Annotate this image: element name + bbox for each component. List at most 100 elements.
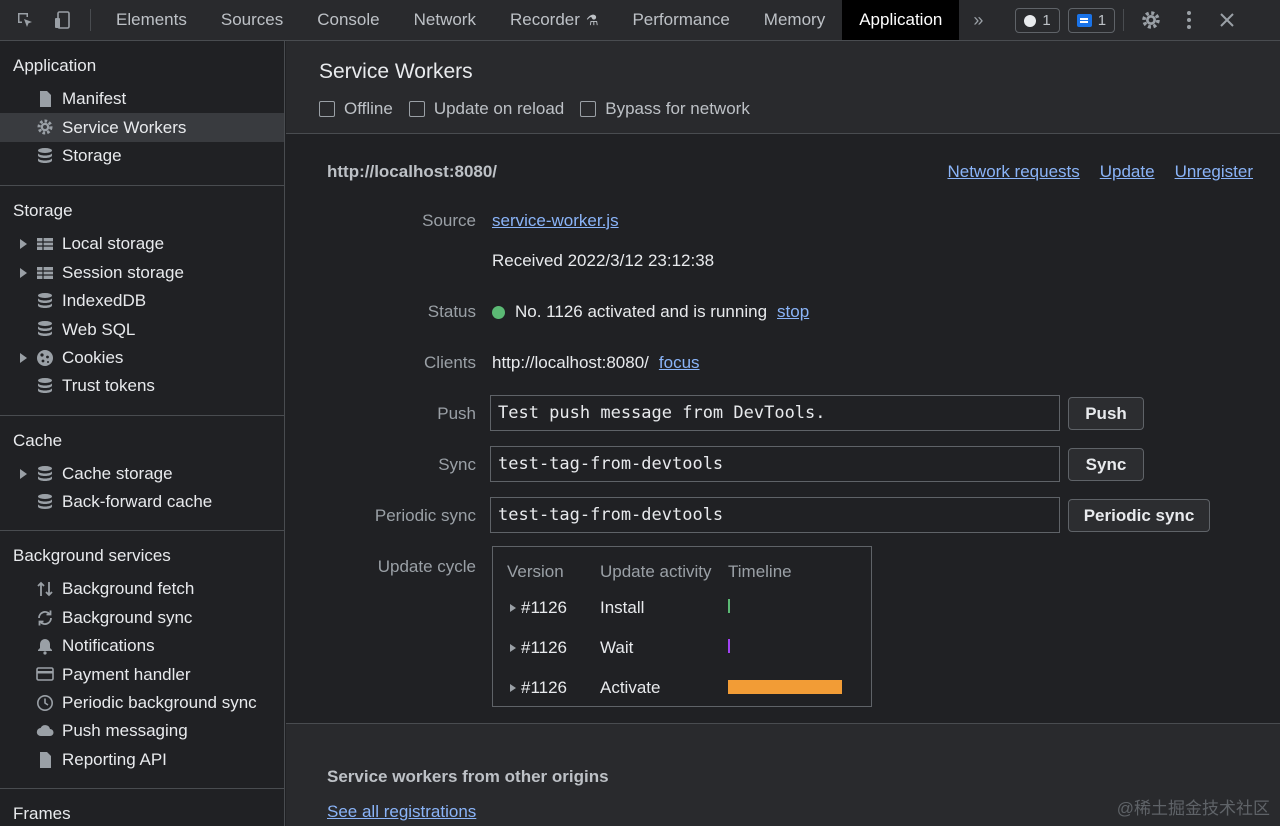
- tab-network[interactable]: Network: [397, 0, 493, 40]
- sync-button[interactable]: Sync: [1068, 448, 1144, 481]
- column-header-activity: Update activity: [600, 562, 712, 581]
- offline-checkbox[interactable]: Offline: [319, 99, 393, 119]
- sidebar-item-manifest[interactable]: Manifest: [0, 85, 284, 113]
- source-label: Source: [422, 211, 476, 230]
- sidebar-section-title: Cache: [13, 430, 63, 450]
- tab-recorder-label: Recorder: [509, 10, 580, 29]
- sidebar-item-session-storage[interactable]: Session storage: [0, 259, 284, 287]
- document-icon: [36, 90, 54, 108]
- status-value: No. 1126 activated and is running stop: [492, 302, 809, 322]
- sidebar-item-label: Web SQL: [62, 319, 136, 339]
- sidebar-item-periodic-background-sync[interactable]: Periodic background sync: [0, 689, 284, 717]
- sidebar-section-title: Frames: [13, 804, 71, 824]
- expand-arrow-icon[interactable]: [20, 468, 27, 479]
- sidebar-item-background-sync[interactable]: Background sync: [0, 604, 284, 632]
- expand-arrow-icon[interactable]: [20, 267, 27, 278]
- tab-performance[interactable]: Performance: [615, 0, 746, 40]
- sidebar-item-reporting-api[interactable]: Reporting API: [0, 746, 284, 774]
- service-worker-card: http://localhost:8080/ Network requests …: [286, 134, 1280, 724]
- checkbox-box[interactable]: [408, 101, 425, 117]
- close-icon[interactable]: [1208, 0, 1246, 40]
- main-panel: Service Workers Offline Update on reload…: [286, 41, 1280, 826]
- update-link[interactable]: Update: [1100, 162, 1155, 182]
- expand-arrow-icon[interactable]: [510, 644, 516, 652]
- messages-count: 1: [1097, 12, 1107, 29]
- cycle-activity: Activate: [600, 678, 661, 697]
- cycle-activity: Wait: [600, 638, 634, 657]
- inspect-element-icon[interactable]: [6, 0, 44, 40]
- see-all-registrations-link[interactable]: See all registrations: [327, 802, 476, 822]
- bypass-for-network-checkbox[interactable]: Bypass for network: [580, 99, 750, 119]
- update-cycle-table: Version Update activity Timeline #1126 I…: [492, 546, 872, 707]
- sync-label: Sync: [438, 455, 476, 474]
- checkbox-box[interactable]: [580, 101, 597, 117]
- focus-link[interactable]: focus: [659, 353, 700, 373]
- device-toggle-icon[interactable]: [44, 0, 82, 40]
- wait-timeline-bar: [728, 639, 730, 653]
- issues-badge[interactable]: 1: [1015, 8, 1060, 33]
- activate-timeline-bar: [728, 680, 842, 694]
- sync-input[interactable]: test-tag-from-devtools: [490, 446, 1060, 482]
- push-button[interactable]: Push: [1068, 397, 1144, 430]
- network-requests-link[interactable]: Network requests: [947, 162, 1079, 182]
- sidebar-item-service-workers[interactable]: Service Workers: [0, 113, 284, 142]
- bell-icon: [36, 637, 54, 655]
- received-text: Received 2022/3/12 23:12:38: [492, 251, 715, 270]
- sidebar-item-back-forward-cache[interactable]: Back-forward cache: [0, 488, 284, 516]
- sidebar-item-push-messaging[interactable]: Push messaging: [0, 717, 284, 745]
- sidebar-section-background-services: Background services Background fetch Bac…: [0, 531, 284, 790]
- kebab-menu-icon[interactable]: [1170, 0, 1208, 40]
- database-icon: [36, 493, 54, 511]
- sidebar-item-indexeddb[interactable]: IndexedDB: [0, 287, 284, 315]
- sidebar-item-cookies[interactable]: Cookies: [0, 344, 284, 372]
- column-header-version: Version: [507, 562, 564, 581]
- unregister-link[interactable]: Unregister: [1175, 162, 1253, 182]
- expand-arrow-icon[interactable]: [20, 239, 27, 250]
- sidebar-item-web-sql[interactable]: Web SQL: [0, 315, 284, 343]
- messages-badge[interactable]: 1: [1067, 8, 1116, 33]
- database-icon: [36, 292, 54, 310]
- sidebar-item-label: Reporting API: [62, 749, 167, 769]
- database-icon: [36, 377, 54, 395]
- push-input[interactable]: Test push message from DevTools.: [490, 395, 1060, 431]
- sidebar-item-background-fetch[interactable]: Background fetch: [0, 575, 284, 603]
- table-icon: [36, 235, 54, 253]
- tab-application[interactable]: Application: [842, 0, 960, 40]
- sidebar-item-local-storage[interactable]: Local storage: [0, 230, 284, 258]
- checkbox-box[interactable]: [319, 101, 335, 117]
- expand-arrow-icon[interactable]: [20, 352, 27, 363]
- sidebar-item-label: Periodic background sync: [62, 693, 257, 713]
- other-origins-title: Service workers from other origins: [327, 767, 609, 786]
- sidebar-item-trust-tokens[interactable]: Trust tokens: [0, 372, 284, 400]
- sidebar-item-cache-storage[interactable]: Cache storage: [0, 460, 284, 488]
- gear-icon[interactable]: [1132, 0, 1170, 40]
- tab-elements[interactable]: Elements: [99, 0, 204, 40]
- update-on-reload-checkbox[interactable]: Update on reload: [408, 99, 564, 119]
- checkbox-label: Offline: [344, 99, 393, 118]
- database-icon: [36, 147, 54, 165]
- issues-count: 1: [1042, 12, 1051, 29]
- tab-memory[interactable]: Memory: [747, 0, 842, 40]
- sidebar-item-storage[interactable]: Storage: [0, 142, 284, 170]
- sidebar-item-label: Notifications: [62, 636, 155, 656]
- periodic-sync-button[interactable]: Periodic sync: [1068, 499, 1210, 532]
- tab-console[interactable]: Console: [300, 0, 396, 40]
- expand-arrow-icon[interactable]: [510, 684, 516, 692]
- sidebar-section-cache: Cache Cache storage Back-forward cache: [0, 416, 284, 532]
- sidebar-item-notifications[interactable]: Notifications: [0, 632, 284, 660]
- source-file-link[interactable]: service-worker.js: [492, 211, 619, 231]
- sidebar-section-title: Storage: [13, 201, 73, 221]
- update-cycle-label: Update cycle: [377, 557, 476, 576]
- more-tabs-icon[interactable]: »: [959, 0, 997, 40]
- running-status-icon: [492, 305, 505, 319]
- sidebar-section-frames: Frames: [0, 789, 284, 826]
- expand-arrow-icon[interactable]: [510, 604, 516, 612]
- tab-recorder[interactable]: Recorder ⚗: [493, 0, 615, 40]
- periodic-sync-input[interactable]: test-tag-from-devtools: [490, 497, 1060, 533]
- sidebar-section-storage: Storage Local storage Session storage In…: [0, 186, 284, 416]
- stop-link[interactable]: stop: [777, 302, 809, 322]
- sidebar-item-payment-handler[interactable]: Payment handler: [0, 660, 284, 688]
- issue-dot-icon: [1024, 14, 1037, 27]
- tab-sources[interactable]: Sources: [204, 0, 300, 40]
- cookie-icon: [36, 349, 54, 367]
